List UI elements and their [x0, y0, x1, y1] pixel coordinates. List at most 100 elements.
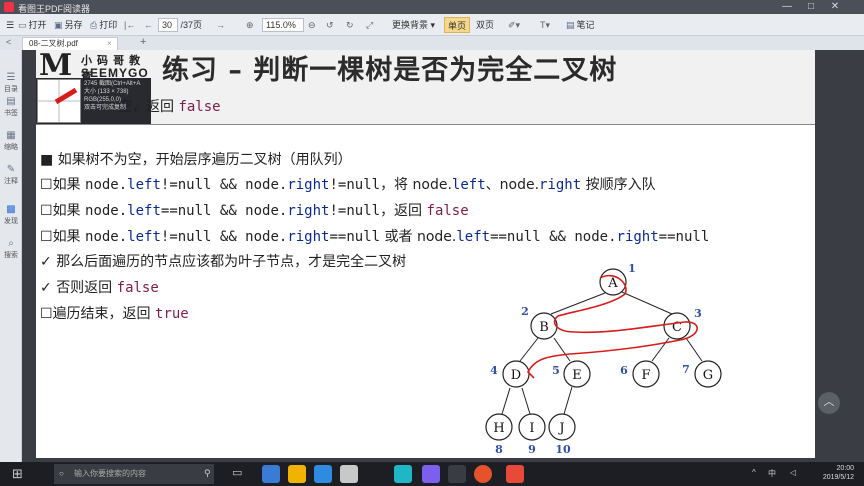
note-button[interactable]: ▤ 笔记: [566, 17, 595, 33]
close-window-button[interactable]: ✕: [824, 0, 846, 14]
saveas-label: 另存: [64, 20, 83, 30]
zoom-select[interactable]: 115.0%: [262, 17, 304, 33]
tooltip-line-4: 双击可完成复制: [84, 105, 127, 111]
seg: left: [127, 177, 161, 193]
note-icon: ▤: [566, 20, 575, 30]
line-6: ✓ 否则返回 false: [40, 277, 159, 297]
double-page-button[interactable]: 双页: [476, 17, 494, 33]
search-icon: ○: [59, 469, 64, 478]
node-H-label: H: [493, 421, 504, 436]
taskbar-search-input[interactable]: ○ 输入你要搜索的内容: [54, 464, 214, 484]
bullet-box-icon: ☐: [40, 229, 53, 245]
next-page-button[interactable]: →: [216, 17, 225, 33]
seg: left: [451, 177, 486, 193]
tab-back-icon[interactable]: <: [6, 37, 11, 47]
note-label: 笔记: [576, 20, 595, 30]
node-F-number: 6: [620, 364, 628, 377]
catalog-icon: ☰: [6, 72, 16, 83]
seg: right: [287, 203, 330, 219]
double-page-label: 双页: [476, 20, 495, 30]
print-button[interactable]: ⎙ 打印: [90, 17, 117, 33]
taskbar-app-browser-icon[interactable]: [314, 465, 332, 483]
menu-icon[interactable]: ☰: [6, 17, 14, 33]
seg: !=null && node.: [160, 229, 288, 245]
saveas-button[interactable]: ▣ 另存: [54, 17, 83, 33]
check-icon: ✓: [40, 280, 52, 296]
tree-node-labels: A B C D E F G H I J: [493, 276, 713, 436]
node-I-label: I: [529, 421, 534, 436]
seg: ，返回: [380, 203, 427, 219]
edge-B-D: [519, 337, 539, 362]
taskbar-app-folder-icon[interactable]: [288, 465, 306, 483]
tray-expand-icon[interactable]: ^: [752, 468, 756, 477]
tab-close-button[interactable]: ×: [107, 38, 112, 50]
seg: right: [616, 229, 659, 245]
seg: 按顺序入队: [581, 177, 656, 193]
scroll-up-button[interactable]: ︿: [818, 392, 840, 414]
tab-label: 08-二叉树.pdf: [29, 39, 78, 48]
taskbar-app-recorder-icon[interactable]: [474, 465, 492, 483]
highlight-icon[interactable]: ✐▾: [508, 17, 520, 33]
seg: 或者 node.: [380, 229, 457, 245]
line-1-text: 如果树不为空，开始层序遍历二叉树（用队列）: [57, 152, 352, 168]
line-5-text: 那么后面遍历的节点应该都为叶子节点，才是完全二叉树: [56, 254, 407, 270]
node-J-number: 10: [555, 443, 571, 456]
node-A-number: 1: [628, 262, 636, 275]
edge-D-H: [501, 387, 511, 415]
chevron-up-icon: ︿: [823, 396, 835, 408]
sidebar-label: 搜索: [4, 252, 18, 259]
edge-A-C: [621, 291, 673, 315]
node-F-label: F: [641, 368, 650, 383]
save-icon: ▣: [54, 20, 63, 30]
node-H-number: 8: [495, 443, 503, 456]
rotate-left-icon[interactable]: ↺: [326, 17, 334, 33]
edge-E-J: [563, 386, 573, 415]
tooltip-text: 2745 截图(Ctrl+Alt+A 大小 (133 × 738) RGB(25…: [84, 80, 140, 112]
taskbar-app-explorer-icon[interactable]: [262, 465, 280, 483]
open-button[interactable]: ▭ 打开: [18, 17, 47, 33]
sidebar-item-discover[interactable]: ▩ 发现: [0, 204, 22, 226]
background-select[interactable]: 更换背景 ▾: [392, 17, 435, 33]
single-page-label: 单页: [448, 21, 467, 31]
sidebar-label: 发现: [4, 218, 18, 225]
taskbar-app-pdf-icon[interactable]: [506, 465, 524, 483]
sidebar-item-bookmark[interactable]: ▤ 书签: [0, 96, 22, 118]
maximize-button[interactable]: □: [800, 0, 822, 14]
sidebar-item-thumbnail[interactable]: ▦ 缩略: [0, 130, 22, 152]
sidebar-item-catalog[interactable]: ☰ 目录: [0, 72, 22, 94]
seg: ==null && node.: [490, 229, 617, 245]
taskbar-app-dark-icon[interactable]: [448, 465, 466, 483]
tree-edges: [501, 291, 703, 415]
sidebar-item-annotation[interactable]: ✎ 注释: [0, 164, 22, 186]
zoom-in-icon[interactable]: ⊕: [246, 17, 254, 33]
single-page-button[interactable]: 单页: [444, 17, 471, 33]
discover-icon: ▩: [6, 204, 16, 215]
microphone-icon[interactable]: ⚲: [204, 468, 211, 479]
taskbar-app-notepad-icon[interactable]: [340, 465, 358, 483]
zoom-out-icon[interactable]: ⊖: [308, 17, 316, 33]
page-input[interactable]: 30: [158, 18, 178, 32]
node-E-label: E: [572, 368, 582, 383]
left-sidebar: ☰ 目录 ▤ 书签 ▦ 缩略 ✎ 注释 ▩ 发现 ⌕ 搜索: [0, 50, 22, 462]
seg: right: [287, 177, 330, 193]
minimize-button[interactable]: —: [776, 0, 798, 14]
ime-indicator[interactable]: 中: [768, 468, 776, 479]
node-G-number: 7: [682, 363, 690, 376]
text-color-icon[interactable]: T▾: [540, 17, 550, 33]
rotate-right-icon[interactable]: ↻: [346, 17, 354, 33]
tooltip-magnifier: [37, 79, 81, 123]
bullet-box-icon: ☐: [40, 203, 53, 219]
prev-page-button[interactable]: ←: [144, 17, 153, 33]
taskbar-app-vscode-icon[interactable]: [394, 465, 412, 483]
task-view-icon[interactable]: ▭: [232, 466, 242, 479]
first-page-button[interactable]: |←: [124, 17, 135, 33]
sidebar-item-search[interactable]: ⌕ 搜索: [0, 238, 22, 260]
start-button[interactable]: ⊞: [12, 466, 23, 482]
fit-icon[interactable]: ⤢: [366, 17, 373, 33]
volume-icon[interactable]: ◁: [790, 468, 796, 477]
seg: ==null: [329, 229, 381, 245]
taskbar-clock[interactable]: 20:00 2019/5/12: [823, 464, 854, 482]
new-tab-button[interactable]: +: [140, 36, 146, 48]
seg: true: [155, 306, 189, 322]
taskbar-app-purple-icon[interactable]: [422, 465, 440, 483]
